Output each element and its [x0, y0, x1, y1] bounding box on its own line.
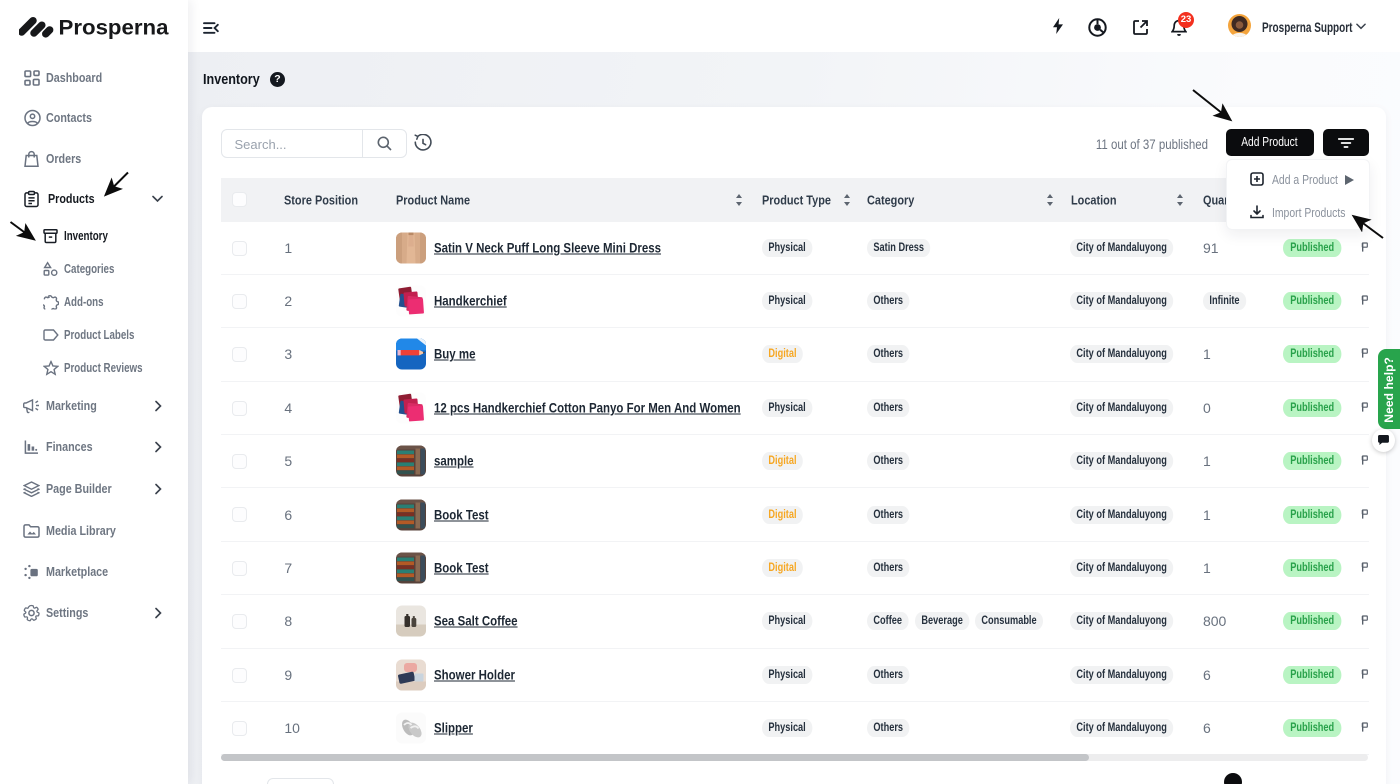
svg-text:Prosperna: Prosperna	[59, 16, 170, 40]
